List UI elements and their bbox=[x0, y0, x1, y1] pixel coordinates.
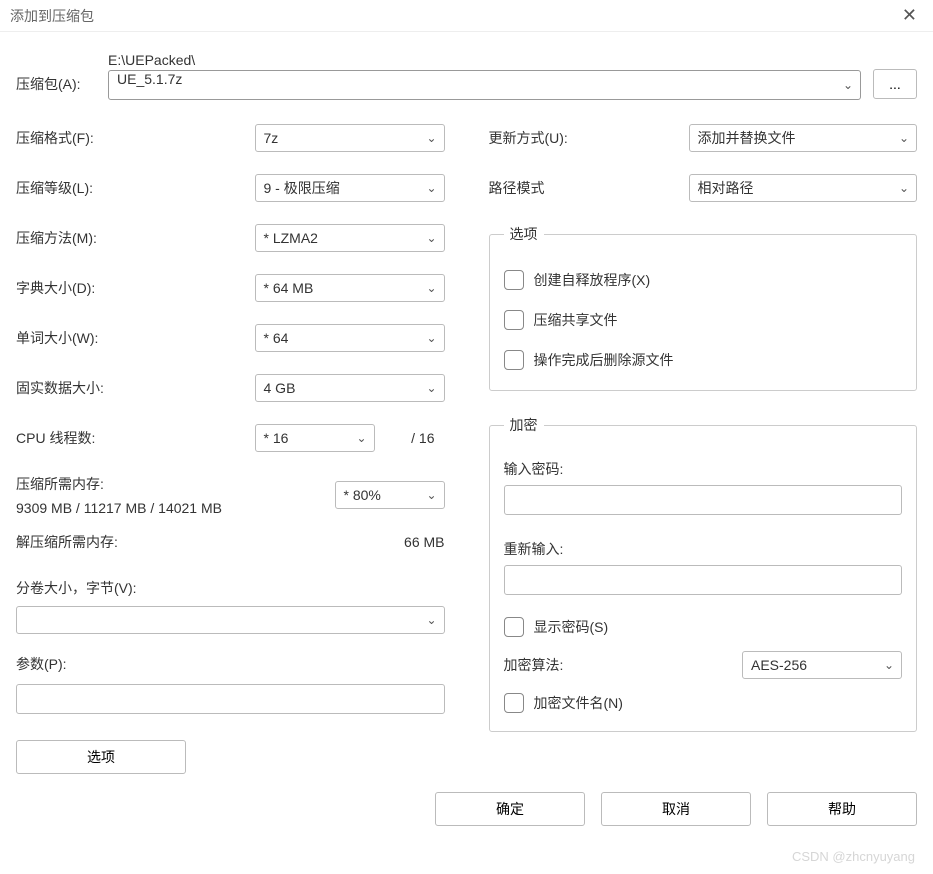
delete-checkbox[interactable] bbox=[504, 350, 524, 370]
params-label: 参数(P): bbox=[16, 654, 445, 674]
mem-percent-select[interactable]: * 80% ⌄ bbox=[335, 481, 445, 509]
compress-mem-label: 压缩所需内存: bbox=[16, 474, 325, 494]
delete-label: 操作完成后删除源文件 bbox=[534, 350, 674, 370]
dict-label: 字典大小(D): bbox=[16, 278, 245, 298]
button-row: 确定 取消 帮助 bbox=[0, 782, 933, 826]
solid-label: 固实数据大小: bbox=[16, 378, 245, 398]
algo-value: AES-256 bbox=[742, 651, 902, 679]
options-button[interactable]: 选项 bbox=[16, 740, 186, 774]
path-mode-value: 相对路径 bbox=[689, 174, 918, 202]
encryption-group: 加密 输入密码: 重新输入: 显示密码(S) 加密算法: AES-256 ⌄ bbox=[489, 415, 918, 732]
update-label: 更新方式(U): bbox=[489, 128, 679, 148]
left-column: 压缩格式(F): 7z ⌄ 压缩等级(L): 9 - 极限压缩 ⌄ 压缩方法(M… bbox=[16, 124, 445, 774]
update-select[interactable]: 添加并替换文件 ⌄ bbox=[689, 124, 918, 152]
volume-label: 分卷大小，字节(V): bbox=[16, 578, 445, 598]
sfx-label: 创建自释放程序(X) bbox=[534, 270, 651, 290]
titlebar: 添加到压缩包 ✕ bbox=[0, 0, 933, 32]
word-value: * 64 bbox=[255, 324, 445, 352]
archive-label: 压缩包(A): bbox=[16, 74, 96, 100]
algo-select[interactable]: AES-256 ⌄ bbox=[742, 651, 902, 679]
browse-button[interactable]: ... bbox=[873, 69, 917, 99]
format-label: 压缩格式(F): bbox=[16, 128, 245, 148]
dict-select[interactable]: * 64 MB ⌄ bbox=[255, 274, 445, 302]
threads-select[interactable]: * 16 ⌄ bbox=[255, 424, 375, 452]
help-button[interactable]: 帮助 bbox=[767, 792, 917, 826]
threads-label: CPU 线程数: bbox=[16, 428, 245, 448]
archive-path-block: E:\UEPacked\ UE_5.1.7z ⌄ bbox=[108, 52, 861, 100]
dict-value: * 64 MB bbox=[255, 274, 445, 302]
level-value: 9 - 极限压缩 bbox=[255, 174, 445, 202]
path-mode-label: 路径模式 bbox=[489, 178, 679, 198]
shared-checkbox[interactable] bbox=[504, 310, 524, 330]
compress-mem-value: 9309 MB / 11217 MB / 14021 MB bbox=[16, 500, 325, 516]
password2-label: 重新输入: bbox=[504, 539, 903, 559]
ok-button[interactable]: 确定 bbox=[435, 792, 585, 826]
password-input[interactable] bbox=[504, 485, 903, 515]
decompress-mem-row: 解压缩所需内存: 66 MB bbox=[16, 532, 445, 552]
dialog-content: 压缩包(A): E:\UEPacked\ UE_5.1.7z ⌄ ... 压缩格… bbox=[0, 32, 933, 782]
shared-label: 压缩共享文件 bbox=[534, 310, 618, 330]
compress-mem-row: 压缩所需内存: 9309 MB / 11217 MB / 14021 MB * … bbox=[16, 474, 445, 516]
watermark: CSDN @zhcnyuyang bbox=[792, 849, 915, 864]
level-label: 压缩等级(L): bbox=[16, 178, 245, 198]
format-value: 7z bbox=[255, 124, 445, 152]
method-select[interactable]: * LZMA2 ⌄ bbox=[255, 224, 445, 252]
encrypt-names-label: 加密文件名(N) bbox=[534, 693, 623, 713]
mem-percent-value: * 80% bbox=[335, 481, 445, 509]
archive-path: E:\UEPacked\ bbox=[108, 52, 861, 68]
volume-select[interactable]: ⌄ bbox=[16, 606, 445, 634]
path-mode-select[interactable]: 相对路径 ⌄ bbox=[689, 174, 918, 202]
threads-value: * 16 bbox=[255, 424, 375, 452]
encryption-legend: 加密 bbox=[504, 415, 544, 435]
level-select[interactable]: 9 - 极限压缩 ⌄ bbox=[255, 174, 445, 202]
word-label: 单词大小(W): bbox=[16, 328, 245, 348]
window-title: 添加到压缩包 bbox=[10, 6, 94, 26]
options-group: 选项 创建自释放程序(X) 压缩共享文件 操作完成后删除源文件 bbox=[489, 224, 918, 391]
update-value: 添加并替换文件 bbox=[689, 124, 918, 152]
decompress-mem-label: 解压缩所需内存: bbox=[16, 532, 118, 552]
word-select[interactable]: * 64 ⌄ bbox=[255, 324, 445, 352]
password-label: 输入密码: bbox=[504, 459, 903, 479]
format-select[interactable]: 7z ⌄ bbox=[255, 124, 445, 152]
solid-value: 4 GB bbox=[255, 374, 445, 402]
columns: 压缩格式(F): 7z ⌄ 压缩等级(L): 9 - 极限压缩 ⌄ 压缩方法(M… bbox=[16, 124, 917, 774]
params-input[interactable] bbox=[16, 684, 445, 714]
archive-name-select[interactable]: UE_5.1.7z ⌄ bbox=[108, 70, 861, 100]
decompress-mem-value: 66 MB bbox=[404, 534, 444, 550]
cancel-button[interactable]: 取消 bbox=[601, 792, 751, 826]
right-column: 更新方式(U): 添加并替换文件 ⌄ 路径模式 相对路径 ⌄ 选项 创建自释放程… bbox=[489, 124, 918, 774]
password2-input[interactable] bbox=[504, 565, 903, 595]
algo-label: 加密算法: bbox=[504, 655, 733, 675]
options-legend: 选项 bbox=[504, 224, 544, 244]
sfx-checkbox[interactable] bbox=[504, 270, 524, 290]
archive-row: 压缩包(A): E:\UEPacked\ UE_5.1.7z ⌄ ... bbox=[16, 52, 917, 100]
show-password-label: 显示密码(S) bbox=[534, 617, 609, 637]
solid-select[interactable]: 4 GB ⌄ bbox=[255, 374, 445, 402]
archive-name-value: UE_5.1.7z bbox=[108, 70, 861, 100]
encrypt-names-checkbox[interactable] bbox=[504, 693, 524, 713]
threads-total: / 16 bbox=[385, 430, 435, 446]
volume-value bbox=[16, 606, 445, 634]
method-label: 压缩方法(M): bbox=[16, 228, 245, 248]
method-value: * LZMA2 bbox=[255, 224, 445, 252]
show-password-checkbox[interactable] bbox=[504, 617, 524, 637]
close-icon[interactable]: ✕ bbox=[896, 5, 923, 26]
